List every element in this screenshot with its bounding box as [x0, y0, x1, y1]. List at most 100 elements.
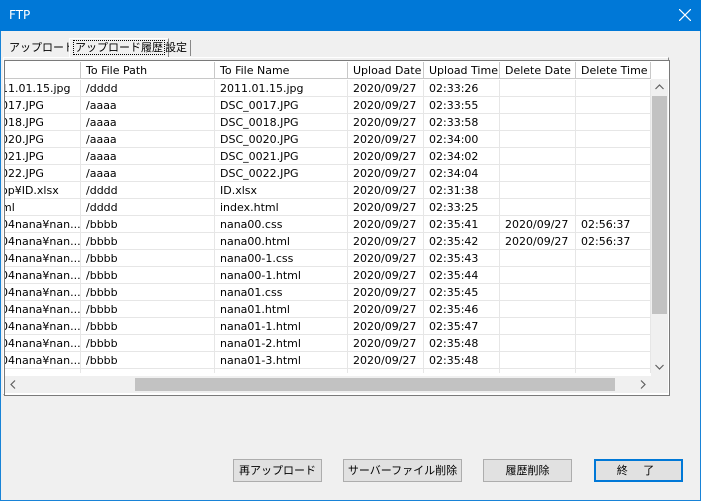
- cell-upload-date: 2020/09/27: [348, 131, 424, 148]
- table-row[interactable]: 04nana¥nan.../bbbb nana01.css 2020/09/27 02…: [5, 284, 651, 301]
- cell-upload-date: 2020/09/27: [348, 335, 424, 352]
- cell-delete-time: [576, 165, 651, 182]
- table-row[interactable]: 021.JPG/aaaa DSC_0021.JPG 2020/09/27 02:34:…: [5, 148, 651, 165]
- cell-to-file-name: nana00.html: [215, 233, 348, 250]
- table-row[interactable]: 11.01.15.jpg/dddd 2011.01.15.jpg 2020/09/2…: [5, 80, 651, 97]
- cell-to-file-name: nana01.html: [215, 301, 348, 318]
- table-row[interactable]: 04nana¥nan.../bbbb nana01-1.html 2020/09/2…: [5, 318, 651, 335]
- cell-delete-date: [500, 335, 576, 352]
- cell-to-file-path: /dddd: [81, 182, 215, 199]
- finish-button[interactable]: 終 了: [594, 459, 683, 482]
- table-row[interactable]: 04nana¥nan.../bbbb nana01-3.html 2020/09/2…: [5, 352, 651, 369]
- cell-from-file: 018.JPG: [5, 114, 81, 131]
- table-row[interactable]: ml/ddddindex.html2020/09/2702:33:25: [5, 199, 651, 216]
- table-row[interactable]: 04nana¥nan.../bbbb nana00-1.html 2020/09/2…: [5, 267, 651, 284]
- table-row[interactable]: 04nana¥nan.../bbbb nana00.css 2020/09/27 02…: [5, 216, 651, 233]
- cell-to-file-path: /aaaa: [81, 97, 215, 114]
- cell-to-file-name: 2011.01.15.jpg: [215, 80, 348, 97]
- cell-from-file: op¥ID.xlsx: [5, 182, 81, 199]
- cell-delete-date: [500, 131, 576, 148]
- cell-upload-time: 02:35:44: [424, 267, 500, 284]
- scroll-right-button[interactable]: [634, 376, 651, 393]
- cell-to-file-path: /bbbb: [81, 301, 215, 318]
- cell-upload-date: 2020/09/27: [348, 250, 424, 267]
- cell-to-file-name: nana01-1.html: [215, 318, 348, 335]
- cell-to-file-name: ID.xlsx: [215, 182, 348, 199]
- cell-upload-date: 2020/09/27: [348, 114, 424, 131]
- cell-from-file: 020.JPG: [5, 131, 81, 148]
- horizontal-scroll-thumb[interactable]: [135, 378, 615, 391]
- cell-from-file: 021.JPG: [5, 148, 81, 165]
- vertical-scroll-thumb[interactable]: [652, 96, 667, 314]
- delete-history-button[interactable]: 履歴削除: [483, 459, 572, 482]
- table-row[interactable]: 04nana¥nan.../bbbb nana01.html 2020/09/27 0…: [5, 301, 651, 318]
- cell-from-file: 04nana¥nan...: [5, 216, 81, 233]
- column-header-upload-date[interactable]: Upload Date: [348, 62, 424, 79]
- list-rows: 11.01.15.jpg/dddd 2011.01.15.jpg 2020/09/2…: [5, 80, 651, 373]
- cell-from-file: 022.JPG: [5, 165, 81, 182]
- cell-delete-date: [500, 148, 576, 165]
- cell-delete-date: [500, 114, 576, 131]
- table-row[interactable]: op¥ID.xlsx/dddd ID.xlsx 2020/09/27 02:31:38: [5, 182, 651, 199]
- cell-to-file-path: /aaaa: [81, 148, 215, 165]
- tab-settings[interactable]: 設定: [162, 40, 191, 56]
- column-header-delete-date[interactable]: Delete Date: [500, 62, 576, 79]
- column-header-delete-time[interactable]: Delete Time: [576, 62, 651, 79]
- history-list[interactable]: To File Path To File Name Upload Date Up…: [4, 60, 670, 396]
- cell-to-file-path: /bbbb: [81, 369, 215, 373]
- table-row[interactable]: 04nana¥nan.../bbbb nana00-1.css 2020/09/27…: [5, 250, 651, 267]
- scroll-left-button[interactable]: [5, 376, 22, 393]
- column-header-to-file-name[interactable]: To File Name: [215, 62, 348, 79]
- tab-upload[interactable]: アップロード: [6, 40, 78, 56]
- scroll-down-button[interactable]: [651, 359, 668, 376]
- cell-upload-date: 2020/09/27: [348, 233, 424, 250]
- delete-server-file-button[interactable]: サーバーファイル削除: [343, 459, 462, 482]
- table-row[interactable]: 017.JPG/aaaa DSC_0017.JPG 2020/09/27 02:33:…: [5, 97, 651, 114]
- cell-upload-time: 02:35:43: [424, 250, 500, 267]
- scroll-up-button[interactable]: [651, 79, 668, 96]
- table-row[interactable]: 04nana¥nan.../bbbbnana02.css2020/09/2702…: [5, 369, 651, 373]
- cell-to-file-path: /aaaa: [81, 114, 215, 131]
- close-button[interactable]: [670, 0, 701, 31]
- table-row[interactable]: 04nana¥nan.../bbbb nana01-2.html 2020/09/2…: [5, 335, 651, 352]
- cell-delete-time: [576, 335, 651, 352]
- cell-delete-date: [500, 352, 576, 369]
- cell-delete-time: [576, 182, 651, 199]
- cell-upload-date: 2020/09/27: [348, 80, 424, 97]
- cell-upload-time: 02:33:58: [424, 114, 500, 131]
- cell-from-file: ml: [5, 199, 81, 216]
- table-row[interactable]: 018.JPG/aaaa DSC_0018.JPG 2020/09/27 02:33:…: [5, 114, 651, 131]
- vertical-scrollbar[interactable]: [651, 79, 668, 376]
- cell-to-file-path: /bbbb: [81, 250, 215, 267]
- chevron-left-icon: [10, 380, 16, 389]
- cell-upload-date: 2020/09/27: [348, 165, 424, 182]
- column-header-from[interactable]: [5, 62, 81, 79]
- cell-upload-date: 2020/09/27: [348, 199, 424, 216]
- table-row[interactable]: 04nana¥nan.../bbbb nana00.html 2020/09/27 0…: [5, 233, 651, 250]
- table-row[interactable]: 020.JPG/aaaa DSC_0020.JPG 2020/09/27 02:34:…: [5, 131, 651, 148]
- table-row[interactable]: 022.JPG/aaaa DSC_0022.JPG 2020/09/27 02:34:…: [5, 165, 651, 182]
- cell-delete-date: [500, 165, 576, 182]
- horizontal-scrollbar[interactable]: [5, 376, 651, 393]
- cell-to-file-name: DSC_0022.JPG: [215, 165, 348, 182]
- cell-delete-date: [500, 97, 576, 114]
- cell-upload-time: 02:35:45: [424, 284, 500, 301]
- cell-upload-time: 02:31:38: [424, 182, 500, 199]
- cell-upload-date: 2020/09/27: [348, 301, 424, 318]
- title-bar: FTP: [0, 0, 701, 31]
- column-header-upload-time[interactable]: Upload Time: [424, 62, 500, 79]
- cell-upload-time: 02:34:04: [424, 165, 500, 182]
- cell-to-file-path: /bbbb: [81, 335, 215, 352]
- cell-delete-time: [576, 284, 651, 301]
- cell-delete-date: [500, 199, 576, 216]
- tab-upload-history[interactable]: アップロード履歴: [69, 38, 169, 58]
- cell-delete-date: 2020/09/27: [500, 216, 576, 233]
- cell-to-file-path: /bbbb: [81, 216, 215, 233]
- cell-delete-time: [576, 97, 651, 114]
- window-border-left: [0, 31, 1, 501]
- cell-delete-date: [500, 369, 576, 373]
- reupload-button[interactable]: 再アップロード: [233, 459, 322, 482]
- cell-to-file-path: /bbbb: [81, 318, 215, 335]
- cell-from-file: 04nana¥nan...: [5, 369, 81, 373]
- column-header-to-file-path[interactable]: To File Path: [81, 62, 215, 79]
